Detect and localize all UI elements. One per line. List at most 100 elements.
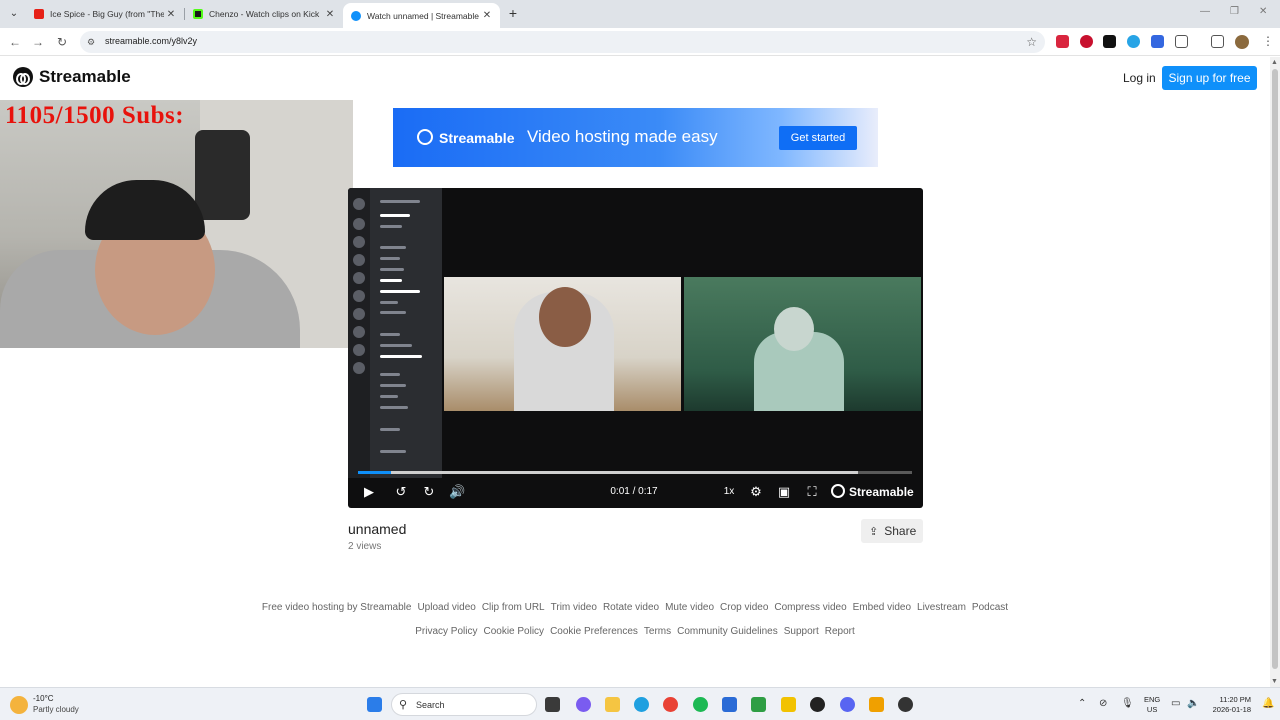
weather-condition: Partly cloudy bbox=[33, 705, 79, 714]
weather-widget[interactable]: -10°C Partly cloudy bbox=[10, 694, 79, 714]
footer-link[interactable]: Support bbox=[784, 626, 819, 637]
tab-streamable[interactable]: Watch unnamed | Streamable ✕ bbox=[343, 3, 500, 28]
menu-kebab-icon[interactable]: ⋮ bbox=[1262, 34, 1274, 48]
extension-icon[interactable] bbox=[1151, 35, 1164, 48]
taskbar-search[interactable]: ⚲ Search bbox=[391, 693, 537, 716]
rewind-icon[interactable]: ↺ bbox=[393, 484, 409, 500]
video-player[interactable]: ▶ ↺ ↻ 🔊 0:01 / 0:17 1x ⚙ ▣ ⛶ Streamable bbox=[348, 188, 923, 508]
get-started-button[interactable]: Get started bbox=[779, 126, 857, 150]
region-code: US bbox=[1146, 705, 1158, 714]
extension-icon[interactable] bbox=[1103, 35, 1116, 48]
tab-title: Watch unnamed | Streamable bbox=[367, 10, 479, 21]
discord-icon[interactable] bbox=[840, 697, 855, 712]
close-tab-icon[interactable]: ✕ bbox=[323, 9, 337, 20]
footer-link[interactable]: Trim video bbox=[551, 602, 597, 613]
extension-icon[interactable] bbox=[1056, 35, 1069, 48]
app-icon[interactable] bbox=[869, 697, 884, 712]
footer-link[interactable]: Terms bbox=[644, 626, 671, 637]
site-info-icon[interactable]: ⚙ bbox=[87, 36, 99, 48]
show-hidden-icons[interactable]: ⌃ bbox=[1078, 698, 1086, 709]
webcam-jersey bbox=[195, 130, 250, 220]
windows-taskbar: -10°C Partly cloudy ⚲ Search ⌃ ⊘ 🎙 ENG U… bbox=[0, 687, 1280, 720]
webcam-person-cap bbox=[85, 180, 205, 240]
close-tab-icon[interactable]: ✕ bbox=[164, 9, 178, 20]
obs-icon[interactable] bbox=[898, 697, 913, 712]
tab-search-icon[interactable]: ⌄ bbox=[6, 6, 22, 22]
extensions-puzzle-icon[interactable] bbox=[1175, 35, 1188, 48]
signup-button[interactable]: Sign up for free bbox=[1162, 66, 1257, 90]
scrollbar-thumb[interactable] bbox=[1272, 69, 1278, 669]
file-explorer-icon[interactable] bbox=[605, 697, 620, 712]
settings-gear-icon[interactable]: ⚙ bbox=[748, 484, 764, 500]
footer-link[interactable]: Mute video bbox=[665, 602, 714, 613]
close-tab-icon[interactable]: ✕ bbox=[480, 10, 494, 21]
tab-chenzo-kick[interactable]: Chenzo - Watch clips on Kick ✕ bbox=[185, 3, 343, 25]
restore-icon[interactable]: ❐ bbox=[1230, 6, 1239, 17]
url-text[interactable]: streamable.com/y8lv2y bbox=[105, 36, 197, 46]
microphone-icon[interactable]: 🎙 bbox=[1121, 698, 1134, 709]
extension-icon[interactable] bbox=[1127, 35, 1140, 48]
login-link[interactable]: Log in bbox=[1123, 71, 1156, 85]
footer-link[interactable]: Clip from URL bbox=[482, 602, 545, 613]
footer-link[interactable]: Privacy Policy bbox=[415, 626, 477, 637]
footer-link[interactable]: Free video hosting by Streamable bbox=[262, 602, 412, 613]
play-icon[interactable]: ▶ bbox=[362, 484, 376, 500]
address-bar[interactable]: ⚙ streamable.com/y8lv2y ☆ bbox=[80, 31, 1045, 53]
bookmark-star-icon[interactable]: ☆ bbox=[1026, 35, 1037, 49]
fullscreen-icon[interactable]: ⛶ bbox=[804, 484, 820, 500]
network-off-icon[interactable]: ⊘ bbox=[1099, 698, 1107, 709]
footer-link[interactable]: Podcast bbox=[972, 602, 1008, 613]
copilot-icon[interactable] bbox=[576, 697, 591, 712]
played-bar bbox=[358, 471, 392, 474]
streamable-logo[interactable]: Streamable bbox=[13, 67, 131, 87]
footer-link[interactable]: Upload video bbox=[417, 602, 475, 613]
player-brand-watermark[interactable]: Streamable bbox=[831, 484, 914, 500]
system-clock[interactable]: 11:20 PM 2026-01-18 bbox=[1205, 695, 1251, 715]
footer-link[interactable]: Compress video bbox=[774, 602, 846, 613]
new-tab-button[interactable]: + bbox=[505, 5, 521, 21]
forward-skip-icon[interactable]: ↻ bbox=[421, 484, 437, 500]
4k-app-icon[interactable] bbox=[810, 697, 825, 712]
display-icon[interactable]: ▭ bbox=[1171, 698, 1180, 709]
webcam-overlay: 1105/1500 Subs: bbox=[0, 100, 353, 348]
start-icon[interactable] bbox=[367, 697, 382, 712]
minimize-icon[interactable]: — bbox=[1200, 6, 1210, 17]
footer-link[interactable]: Livestream bbox=[917, 602, 966, 613]
share-button[interactable]: ⇪ Share bbox=[861, 519, 923, 543]
partly-cloudy-icon bbox=[10, 696, 28, 714]
footer-link[interactable]: Community Guidelines bbox=[677, 626, 778, 637]
forward-icon[interactable]: → bbox=[30, 34, 46, 50]
playback-speed-button[interactable]: 1x bbox=[721, 484, 737, 500]
speaker-icon[interactable]: 🔈 bbox=[1187, 698, 1199, 709]
page-scrollbar[interactable]: ▲ ▼ bbox=[1270, 57, 1280, 687]
volume-icon[interactable]: 🔊 bbox=[449, 484, 465, 500]
spotify-icon[interactable] bbox=[693, 697, 708, 712]
reload-icon[interactable]: ↻ bbox=[54, 34, 70, 50]
footer-link[interactable]: Cookie Preferences bbox=[550, 626, 638, 637]
footer-link[interactable]: Rotate video bbox=[603, 602, 659, 613]
ad-banner[interactable]: Streamable Video hosting made easy Get s… bbox=[393, 108, 878, 167]
footer-link[interactable]: Cookie Policy bbox=[483, 626, 544, 637]
chrome-icon[interactable] bbox=[663, 697, 678, 712]
edge-icon[interactable] bbox=[634, 697, 649, 712]
store-icon[interactable] bbox=[722, 697, 737, 712]
profile-avatar[interactable] bbox=[1235, 35, 1249, 49]
close-window-icon[interactable]: ✕ bbox=[1259, 6, 1267, 17]
seek-bar[interactable] bbox=[358, 471, 912, 474]
back-icon[interactable]: ← bbox=[7, 34, 23, 50]
footer-link[interactable]: Crop video bbox=[720, 602, 768, 613]
footer-link[interactable]: Embed video bbox=[853, 602, 911, 613]
tab-ice-spice[interactable]: Ice Spice - Big Guy (from "The S ✕ bbox=[26, 3, 184, 25]
language-indicator[interactable]: ENG US bbox=[1144, 695, 1160, 715]
picture-in-picture-icon[interactable]: ▣ bbox=[776, 484, 792, 500]
warning-icon[interactable] bbox=[781, 697, 796, 712]
xbox-icon[interactable] bbox=[751, 697, 766, 712]
footer-link[interactable]: Report bbox=[825, 626, 855, 637]
extension-icon[interactable] bbox=[1080, 35, 1093, 48]
share-icon: ⇪ bbox=[869, 526, 879, 538]
reading-list-icon[interactable] bbox=[1211, 35, 1224, 48]
tab-title: Chenzo - Watch clips on Kick bbox=[209, 9, 320, 19]
task-view-icon[interactable] bbox=[545, 697, 560, 712]
notification-icon[interactable]: 🔔 bbox=[1262, 698, 1274, 709]
search-placeholder: Search bbox=[416, 700, 445, 710]
